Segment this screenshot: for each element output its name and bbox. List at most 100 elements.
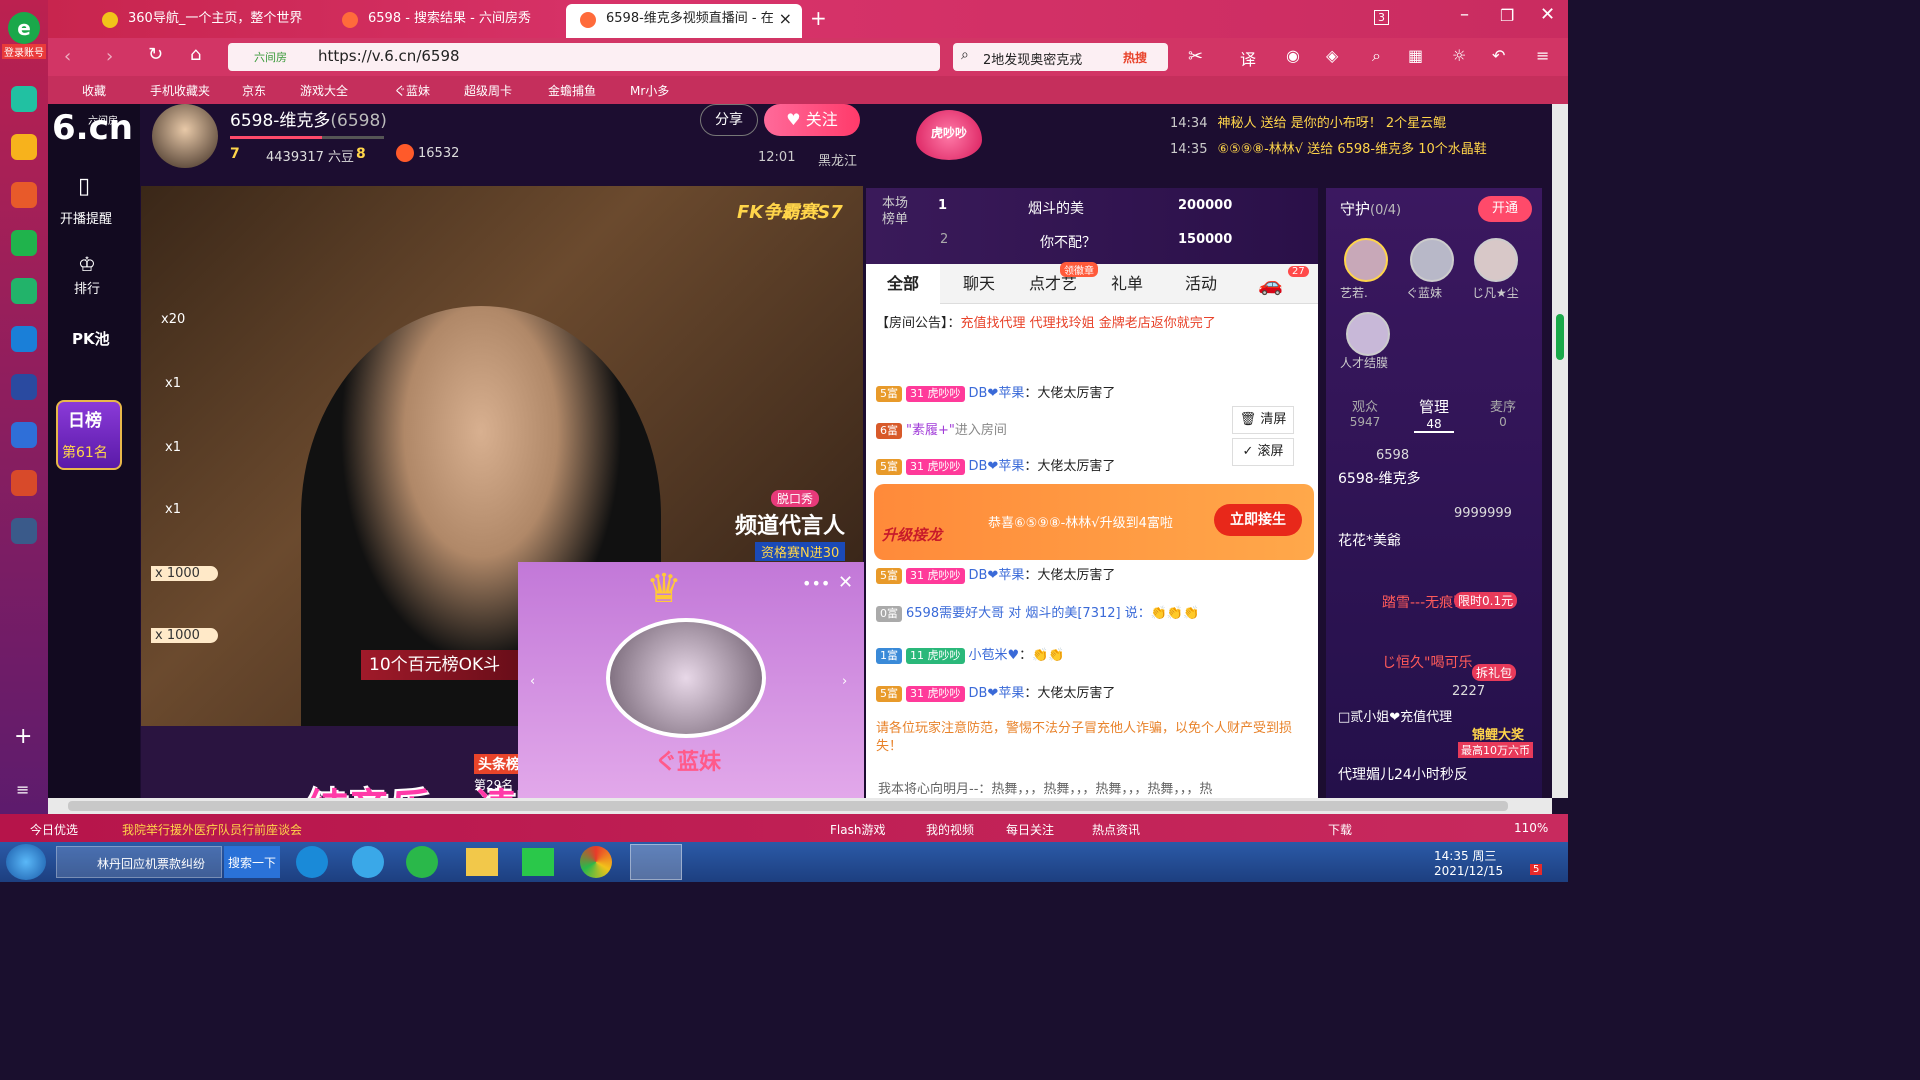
p-icon[interactable] [11,326,37,352]
chat-user[interactable]: 6598需要好大哥 对 烟斗的美[7312] 说： [906,606,1151,621]
url-bar[interactable]: 六间房 https://v.6.cn/6598 [228,43,940,71]
scissors-icon[interactable]: ✂ [1188,46,1203,67]
prev-icon[interactable]: ‹ [530,674,535,689]
player-icon[interactable] [522,848,554,876]
bookmark-item[interactable]: 游戏大全 [300,82,348,99]
guard-member[interactable] [1410,238,1454,282]
status-right-2[interactable]: 每日关注 [1006,821,1054,838]
close-icon[interactable]: ✕ [838,572,853,593]
scroll-button[interactable]: ✓ 滚屏 [1232,438,1294,466]
next-icon[interactable]: › [842,674,847,689]
menu-icon[interactable]: ≡ [16,780,29,799]
notification-badge[interactable]: 5 [1530,864,1543,875]
chat-icon[interactable] [11,278,37,304]
new-tab-icon[interactable]: + [810,6,827,30]
promo-max[interactable]: 最高10万六币 [1458,742,1533,758]
refresh-icon[interactable]: ↻ [148,44,163,65]
bookmark-item[interactable]: Mr小多 [630,82,669,99]
popup-card[interactable]: ••• ✕ ♛ ぐ蓝妹 ‹ › [518,562,864,798]
chat-message[interactable]: 5富 31 虎吵吵 DB❤苹果：大佬太厉害了 [876,564,1115,584]
chat-user[interactable]: "素履+" [906,423,955,438]
tab-chat[interactable]: 聊天 [942,264,1016,304]
gamepad-icon[interactable]: ◈ [1326,46,1338,65]
browser-logo-icon[interactable]: e [8,12,40,44]
chat-message[interactable]: 1富 11 虎吵吵 小苞米♥：👏👏 [876,644,1065,664]
grid-icon[interactable]: ▦ [1408,46,1423,65]
menu-icon[interactable]: ≡ [1536,46,1549,65]
open-guard-button[interactable]: 开通 [1478,196,1532,222]
add-icon[interactable]: + [14,724,32,749]
promo-giftpack[interactable]: 拆礼包 [1472,664,1517,681]
chat-user[interactable]: DB❤苹果 [969,459,1025,474]
status-right-1[interactable]: 我的视频 [926,821,974,838]
chat-user[interactable]: DB❤苹果 [969,386,1025,401]
search-input[interactable]: ⌕ 2地发现奥密克戎 热搜 [953,43,1168,71]
nav-remind[interactable]: 开播提醒 [60,208,112,227]
nav-rank[interactable]: 排行 [74,278,100,297]
status-right-4[interactable]: 下载 [1328,821,1352,838]
tab-gifts[interactable]: 礼单 [1090,264,1164,304]
user-name[interactable]: 代理媚儿24小时秒反 [1338,764,1468,784]
tab-events[interactable]: 活动 [1164,264,1238,304]
brightness-icon[interactable]: ☼ [1452,46,1466,65]
promo-limited[interactable]: 限时0.1元 [1454,592,1518,609]
chat-message[interactable]: 5富 31 虎吵吵 DB❤苹果：大佬太厉害了 [876,682,1115,702]
chat-user[interactable]: DB❤苹果 [969,686,1025,701]
monitor-icon[interactable] [11,518,37,544]
tab-live[interactable]: 6598-维克多视频直播间 - 在 × [566,4,802,38]
close-icon[interactable]: × [779,4,792,34]
horizontal-scrollbar[interactable] [48,798,1552,814]
coin-icon[interactable]: ◉ [1286,46,1300,65]
share-icon[interactable] [11,374,37,400]
ie-icon[interactable] [352,846,384,878]
tab-admin[interactable]: 管理 48 [1414,396,1454,433]
chat-user[interactable]: 小苞米♥ [969,648,1020,663]
guard-member[interactable] [1344,238,1388,282]
user-name[interactable]: じ恒久"喝可乐 [1382,652,1472,672]
clock-date[interactable]: 2021/12/15 [1434,864,1503,878]
tab-360[interactable]: 360导航_一个主页，整个世界 [88,4,326,38]
undo-icon[interactable]: ↶ [1492,46,1505,65]
tab-audience[interactable]: 观众 5947 [1346,396,1384,429]
board-row[interactable]: 2 你不配？ 150000 [934,230,1304,254]
status-right-0[interactable]: Flash游戏 [830,821,885,838]
status-right-3[interactable]: 热点资讯 [1092,821,1140,838]
upgrade-button[interactable]: 立即接生 [1214,504,1302,536]
guard-member[interactable] [1346,312,1390,356]
crown-icon[interactable]: ♔ [78,252,96,276]
nav-pk[interactable]: PK池 [72,328,110,349]
guard-member[interactable] [1474,238,1518,282]
user-name[interactable]: □贰小姐❤充值代理 [1338,706,1452,725]
chat-message[interactable]: 0富 6598需要好大哥 对 烟斗的美[7312] 说：👏👏👏 [876,602,1199,622]
tab-search[interactable]: 6598 - 搜索结果 - 六间房秀 [328,4,564,38]
chat-message[interactable]: 6富 "素履+"进入房间 [876,419,1007,439]
share-button[interactable]: 分享 [700,104,758,136]
chat-message[interactable]: 5富 31 虎吵吵 DB❤苹果：大佬太厉害了 [876,382,1115,402]
more-icon[interactable]: ••• [802,574,830,593]
forward-icon[interactable]: › [106,46,113,67]
tab-all[interactable]: 全部 [866,264,940,304]
close-window-icon[interactable]: ✕ [1540,4,1555,25]
game-icon[interactable] [11,470,37,496]
active-app-icon[interactable] [630,844,682,880]
doc-icon[interactable] [11,422,37,448]
taskbar-item-news[interactable]: 林丹回应机票款纠纷 [56,846,222,878]
clock-time[interactable]: 14:35 周三 [1434,847,1496,864]
user-name[interactable]: 花花*美爺 [1338,530,1401,550]
start-button[interactable] [6,844,46,880]
zoom-level[interactable]: 110% [1514,821,1548,835]
vertical-scrollbar[interactable] [1552,104,1568,798]
follow-button[interactable]: ♥ 关注 [764,104,860,136]
minimize-icon[interactable]: – [1460,4,1469,25]
phone-icon[interactable]: ▯ [78,174,90,199]
chat-message[interactable]: 5富 31 虎吵吵 DB❤苹果：大佬太厉害了 [876,455,1115,475]
user-name[interactable]: 6598-维克多 [1338,468,1421,488]
tab-count[interactable]: 3 [1374,10,1389,25]
tab-queue[interactable]: 麦序 0 [1484,396,1522,429]
promo-lucky[interactable]: 锦鲤大奖 [1472,724,1524,743]
app-icon[interactable] [296,846,328,878]
bookmark-item[interactable]: 京东 [242,82,266,99]
translate-icon[interactable]: 译 [1240,46,1256,70]
chrome-icon[interactable] [580,846,612,878]
rank-card[interactable]: 日榜 第61名 [56,400,122,470]
